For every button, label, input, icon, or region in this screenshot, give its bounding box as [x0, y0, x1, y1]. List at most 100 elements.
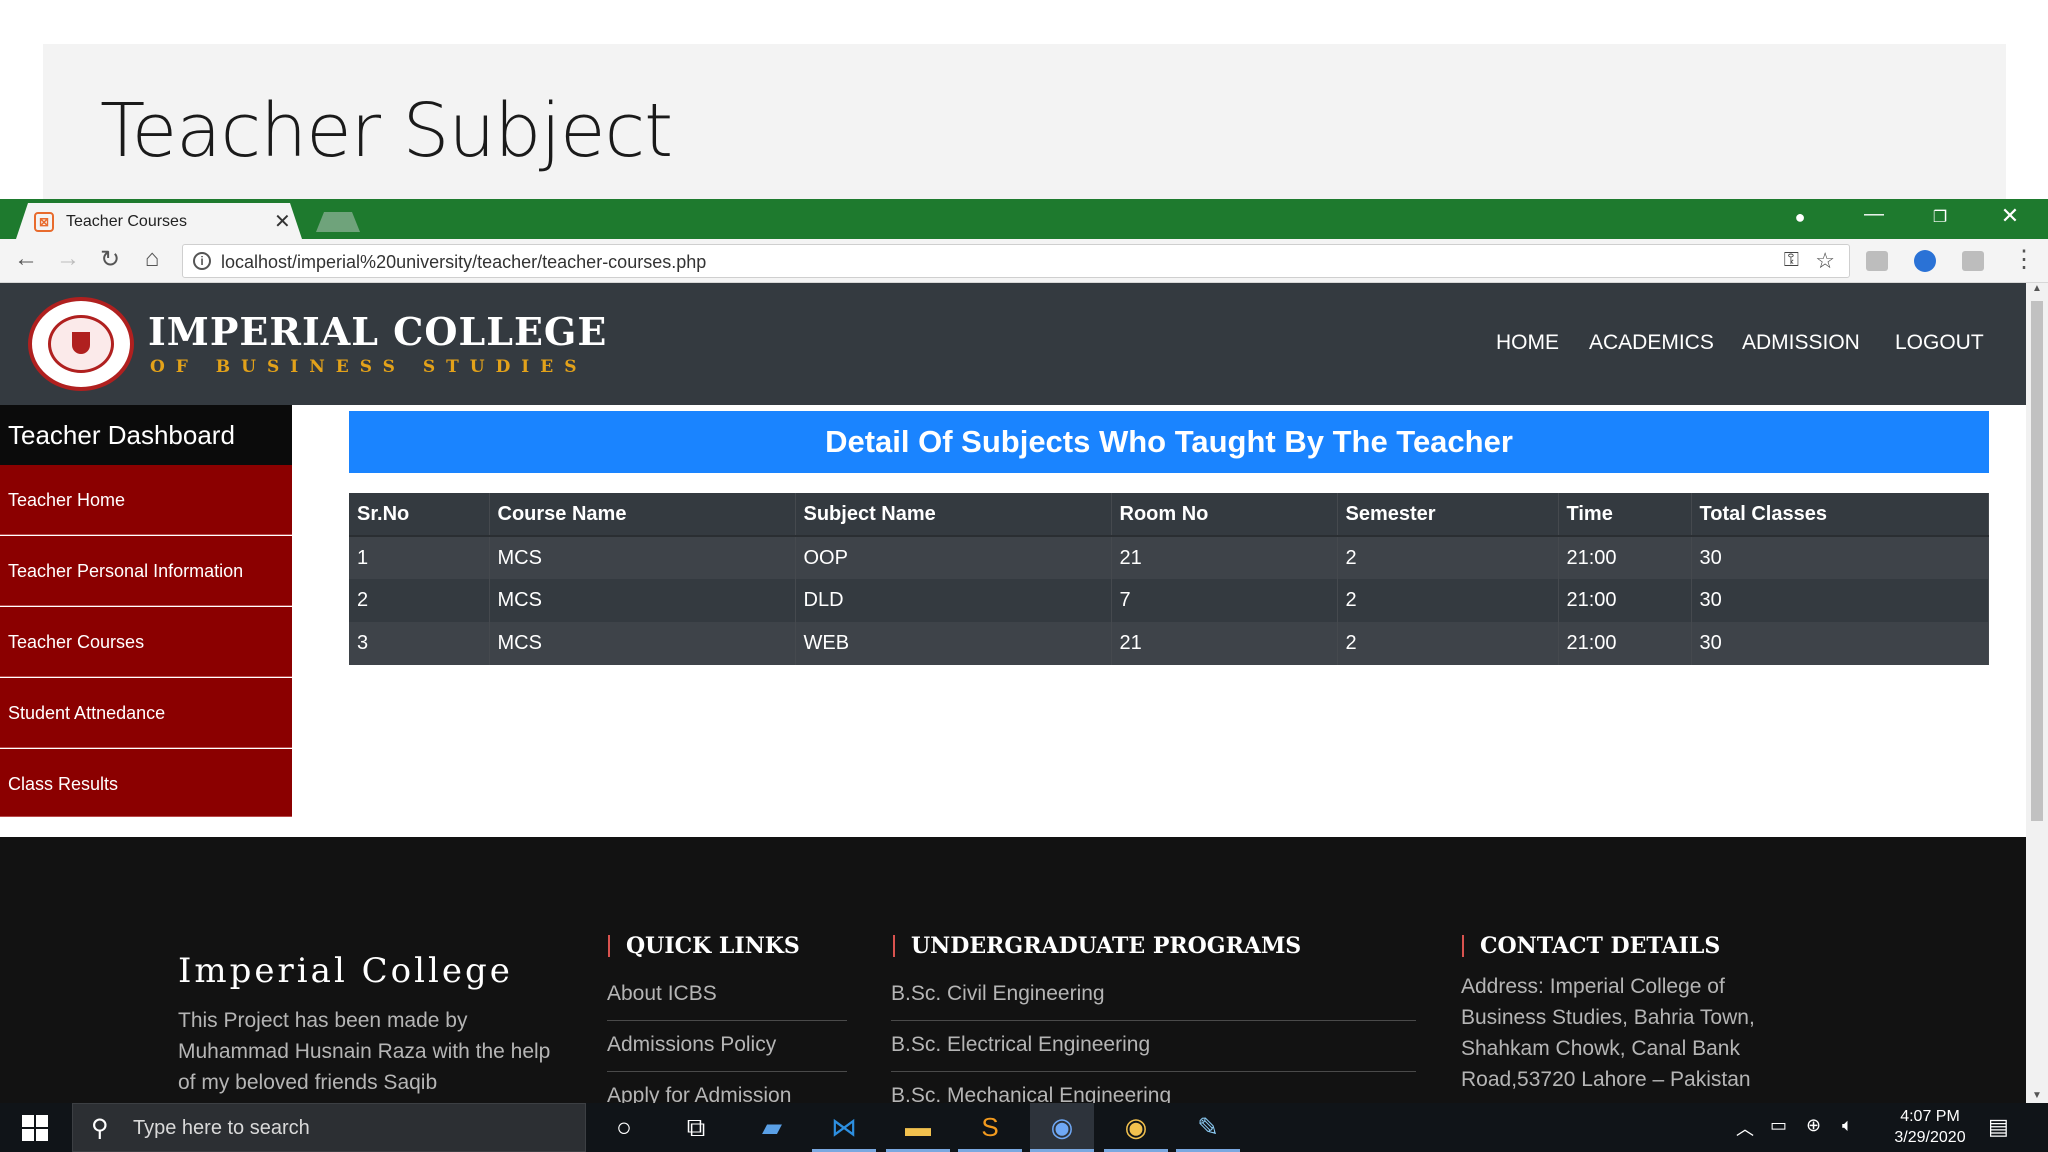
nav-logout-link[interactable]: LOGOUT [1895, 331, 1984, 355]
sidebar-item-teacher-courses[interactable]: Teacher Courses [0, 607, 292, 677]
battery-icon[interactable]: ▭ [1770, 1115, 1787, 1136]
reload-icon[interactable]: ↻ [94, 245, 126, 274]
table-cell: 3 [349, 622, 490, 665]
table-cell: MCS [489, 579, 796, 622]
table-header-row: Sr.No Course Name Subject Name Room No S… [349, 493, 1989, 537]
favicon-icon: ⊠ [34, 212, 54, 232]
tab-close-icon[interactable]: ✕ [274, 209, 291, 234]
table-cell: 21 [1111, 622, 1338, 665]
cortana-circle-icon[interactable]: ○ [592, 1103, 656, 1152]
kebab-menu-icon[interactable]: ⋮ [2012, 245, 2036, 274]
sidebar-item-personal-information[interactable]: Teacher Personal Information [0, 536, 292, 606]
table-cell: MCS [489, 536, 796, 579]
contact-address: Address: Imperial College of Business St… [1461, 975, 1755, 1091]
sidebar-item-class-results[interactable]: Class Results [0, 749, 292, 817]
footer-link-apply[interactable]: Apply for Admission [607, 1084, 847, 1103]
table-cell: 21:00 [1558, 622, 1692, 665]
volume-icon[interactable]: 🔈︎ [1842, 1115, 1853, 1136]
scroll-up-icon[interactable]: ▲ [2032, 283, 2042, 294]
site-header: IMPERIAL COLLEGE OF BUSINESS STUDIES HOM… [0, 283, 2026, 405]
sublime-text-icon[interactable]: S [958, 1103, 1022, 1152]
clock-date[interactable]: 3/29/2020 [1880, 1129, 1980, 1147]
table-cell: 7 [1111, 579, 1338, 622]
vscode-icon[interactable]: ⋈ [812, 1103, 876, 1152]
tab-title: Teacher Courses [66, 213, 187, 230]
footer-link-about[interactable]: About ICBS [607, 982, 847, 1021]
tab-bar: ⊠ Teacher Courses ✕ ● — ❐ ✕ [0, 199, 2048, 239]
url-text[interactable]: localhost/imperial%20university/teacher/… [221, 252, 706, 273]
restore-button[interactable]: ❐ [1920, 207, 1960, 227]
column-header: Semester [1337, 493, 1559, 537]
footer-link-mechanical[interactable]: B.Sc. Mechanical Engineering [891, 1084, 1416, 1103]
network-globe-icon[interactable]: ⊕ [1806, 1115, 1821, 1136]
windows-taskbar: ⚲ Type here to search ○ ⧉ ▰ ⋈ ▬ S ◉ ◉ ✎ … [0, 1103, 2048, 1152]
info-icon[interactable]: i [193, 252, 211, 270]
sidebar-item-teacher-home[interactable]: Teacher Home [0, 465, 292, 535]
table-cell: 30 [1691, 536, 1989, 579]
table-cell: 30 [1691, 579, 1989, 622]
minimize-button[interactable]: — [1854, 203, 1894, 226]
forward-arrow-icon[interactable]: → [52, 245, 84, 273]
column-header: Room No [1111, 493, 1338, 537]
table-cell: 1 [349, 536, 490, 579]
clock-time[interactable]: 4:07 PM [1888, 1108, 1972, 1126]
college-seal-logo[interactable] [28, 297, 134, 391]
subjects-table: Sr.No Course Name Subject Name Room No S… [349, 493, 1989, 665]
chrome-icon[interactable]: ◉ [1104, 1103, 1168, 1152]
column-header: Total Classes [1691, 493, 1989, 537]
column-header: Sr.No [349, 493, 490, 537]
table-cell: 21:00 [1558, 536, 1692, 579]
page-viewport: IMPERIAL COLLEGE OF BUSINESS STUDIES HOM… [0, 283, 2026, 1103]
new-tab-button[interactable] [316, 212, 360, 232]
table-cell: DLD [795, 579, 1112, 622]
footer-link-electrical[interactable]: B.Sc. Electrical Engineering [891, 1033, 1416, 1072]
address-bar[interactable]: i localhost/imperial%20university/teache… [182, 244, 1850, 278]
nav-academics-link[interactable]: ACADEMICS [1589, 331, 1714, 355]
desktop-app-icon[interactable]: ▰ [740, 1103, 804, 1152]
table-cell: 21 [1111, 536, 1338, 579]
extension-icon[interactable] [1962, 251, 1984, 271]
footer-description: This Project has been made by Muhammad H… [178, 1009, 551, 1094]
extension-icon[interactable] [1866, 251, 1888, 271]
contact-heading: CONTACT DETAILS [1462, 935, 1720, 957]
key-icon[interactable]: ⚿ [1784, 249, 1799, 272]
tray-chevron-up-icon[interactable]: ︿ [1736, 1115, 1754, 1141]
table-cell: 21:00 [1558, 579, 1692, 622]
table-cell: OOP [795, 536, 1112, 579]
footer-link-civil[interactable]: B.Sc. Civil Engineering [891, 982, 1416, 1021]
nav-home-link[interactable]: HOME [1496, 331, 1559, 355]
column-header: Course Name [489, 493, 796, 537]
close-window-button[interactable]: ✕ [1990, 203, 2030, 229]
account-icon[interactable]: ● [1780, 207, 1820, 228]
task-view-icon[interactable]: ⧉ [664, 1103, 728, 1152]
windows-start-icon[interactable] [22, 1115, 48, 1141]
table-cell: 2 [1337, 622, 1559, 665]
table-cell: 2 [349, 579, 490, 622]
logo-name[interactable]: IMPERIAL COLLEGE [148, 309, 607, 354]
notification-center-icon[interactable]: ▤ [1988, 1114, 2009, 1140]
quick-links-heading: QUICK LINKS [608, 935, 800, 957]
file-explorer-icon[interactable]: ▬ [886, 1103, 950, 1152]
browser-window: ⊠ Teacher Courses ✕ ● — ❐ ✕ ← → ↻ ⌂ i lo… [0, 199, 2048, 1103]
bookmark-star-icon[interactable]: ☆ [1815, 248, 1835, 274]
table-row: 2 MCS DLD 7 2 21:00 30 [349, 579, 1989, 622]
section-banner: Detail Of Subjects Who Taught By The Tea… [349, 411, 1989, 473]
home-icon[interactable]: ⌂ [136, 245, 168, 273]
extension-icon[interactable] [1914, 250, 1936, 272]
vertical-scrollbar[interactable]: ▲ ▼ [2026, 283, 2048, 1103]
paint-icon[interactable]: ✎ [1176, 1103, 1240, 1152]
slide-title: Teacher Subject [100, 88, 673, 174]
footer-link-admissions-policy[interactable]: Admissions Policy [607, 1033, 847, 1072]
column-header: Subject Name [795, 493, 1112, 537]
scroll-thumb[interactable] [2031, 301, 2043, 821]
nav-admission-link[interactable]: ADMISSION [1742, 331, 1860, 355]
back-arrow-icon[interactable]: ← [10, 245, 42, 273]
chrome-canary-icon[interactable]: ◉ [1030, 1103, 1094, 1152]
taskbar-search-box[interactable]: ⚲ Type here to search [72, 1103, 586, 1152]
table-cell: MCS [489, 622, 796, 665]
programs-heading: UNDERGRADUATE PROGRAMS [893, 935, 1301, 957]
browser-tab[interactable]: ⊠ Teacher Courses ✕ [16, 203, 302, 239]
search-placeholder: Type here to search [133, 1117, 310, 1139]
scroll-down-icon[interactable]: ▼ [2032, 1090, 2042, 1101]
sidebar-item-student-attendance[interactable]: Student Attnedance [0, 678, 292, 748]
